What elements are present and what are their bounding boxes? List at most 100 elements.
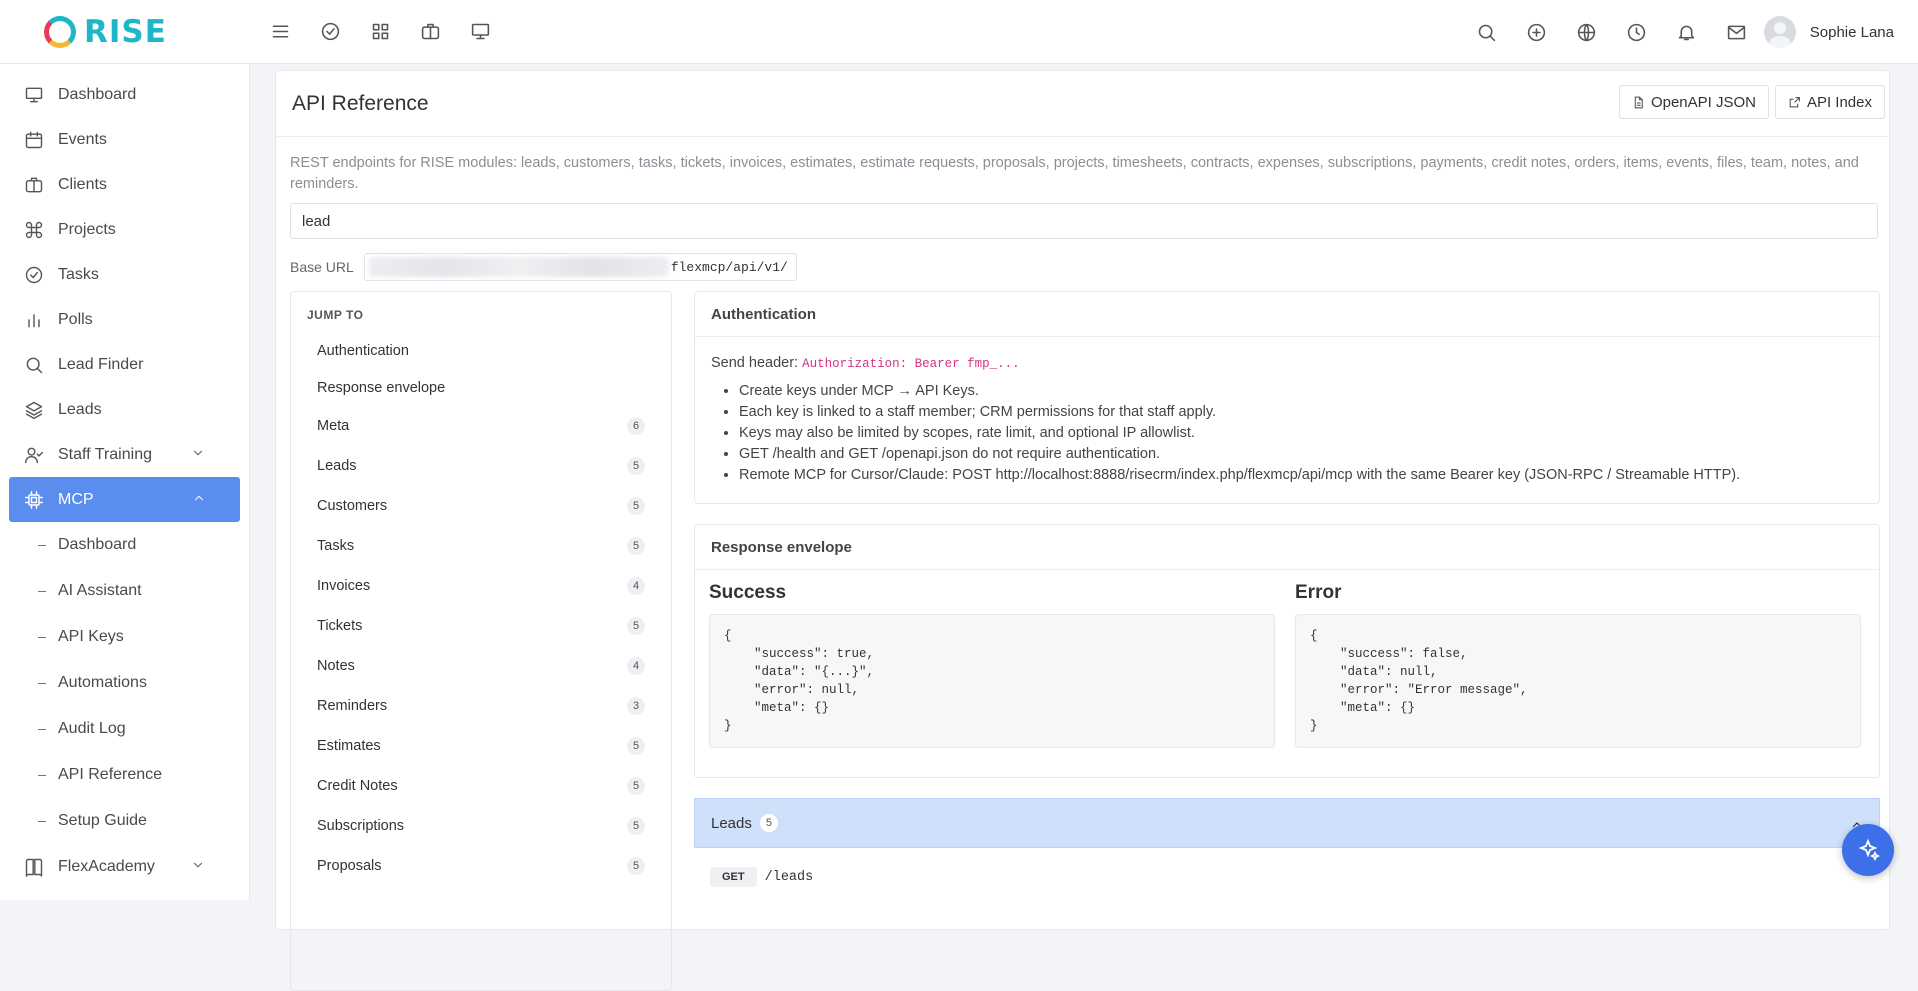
endpoint-row[interactable]: GET /leads [710,867,813,887]
endpoint-path: /leads [764,869,814,885]
command-icon [25,221,43,238]
file-icon [1634,96,1643,108]
count-badge: 4 [627,577,645,595]
auth-bullet: Create keys under MCP → API Keys. [739,381,1863,402]
openapi-json-label: OpenAPI JSON [1650,93,1756,111]
sidebar-sub-dashboard[interactable]: Dashboard [0,522,249,568]
menu-icon[interactable] [268,20,292,44]
count-badge: 5 [627,777,645,795]
sidebar-sub-setup-guide[interactable]: Setup Guide [0,798,249,844]
sidebar-sub-api-keys[interactable]: API Keys [0,614,249,660]
jump-item-tasks[interactable]: Tasks 5 [291,526,671,566]
jump-item-customers[interactable]: Customers 5 [291,486,671,526]
openapi-json-button[interactable]: OpenAPI JSON [1618,85,1769,119]
redacted-host [368,257,669,277]
globe-icon[interactable] [1574,20,1598,44]
jump-item-notes[interactable]: Notes 4 [291,646,671,686]
dash-marker [38,544,46,546]
jump-item-label: Tasks [317,538,355,554]
jump-item-credit-notes[interactable]: Credit Notes 5 [291,766,671,806]
sidebar-sub-audit-log[interactable]: Audit Log [0,706,249,752]
search-icon [26,357,43,373]
sidebar-item-projects[interactable]: Projects [0,207,249,252]
count-badge: 5 [627,857,645,875]
base-url-value[interactable]: flexmcp/api/v1/ [363,253,797,281]
dash-marker [38,728,46,730]
ai-assistant-fab[interactable] [1842,824,1894,876]
search-icon[interactable] [1474,20,1498,44]
dash-marker [38,682,46,684]
sidebar-item-dashboard[interactable]: Dashboard [0,72,249,117]
dash-marker [38,636,46,638]
sidebar-sub-ai-assistant[interactable]: AI Assistant [0,568,249,614]
jump-item-leads[interactable]: Leads 5 [291,446,671,486]
error-code-block: { "success": false, "data": null, "error… [1295,614,1861,748]
send-header-label: Send header: [711,355,799,371]
auth-header-code: Authorization: Bearer fmp_... [802,357,1020,371]
sidebar-item-mcp[interactable]: MCP [9,477,240,522]
sidebar-item-clients[interactable]: Clients [0,162,249,207]
grid-icon[interactable] [368,20,392,44]
jump-item-subscriptions[interactable]: Subscriptions 5 [291,806,671,846]
sidebar-item-label: Dashboard [58,85,137,103]
chevron-down-icon [194,450,202,456]
cpu-icon [24,490,44,509]
dash-marker [38,590,46,592]
bell-icon[interactable] [1674,20,1698,44]
jump-to-panel: JUMP TO Authentication Response envelope… [290,291,672,991]
sidebar-sub-label: Automations [58,674,147,691]
logo[interactable]: RISE [0,14,250,50]
sidebar-item-label: Staff Training [58,445,152,463]
api-reference-card: API Reference OpenAPI JSON API Index RES… [275,70,1890,991]
check-circle-icon[interactable] [318,20,342,44]
sidebar-sub-automations[interactable]: Automations [0,660,249,706]
jump-item-label: Tickets [317,618,363,634]
jump-item-label: Leads [317,458,357,474]
clock-icon[interactable] [1624,20,1648,44]
user-name: Sophie Lana [1809,23,1894,41]
endpoint-search-input[interactable] [290,203,1878,239]
base-url-suffix: flexmcp/api/v1/ [670,259,788,275]
sidebar-item-staff-training[interactable]: Staff Training [0,432,249,477]
plus-circle-icon[interactable] [1524,20,1548,44]
jump-item-estimates[interactable]: Estimates 5 [291,726,671,766]
sidebar-item-label: Projects [58,220,116,238]
monitor-icon[interactable] [468,20,492,44]
sidebar-item-leads[interactable]: Leads [0,387,249,432]
base-url-row: Base URL flexmcp/api/v1/ [290,253,797,281]
logo-text: RISE [84,13,167,50]
count-badge: 6 [627,417,645,435]
jump-item-label: Authentication [317,342,409,359]
briefcase-icon[interactable] [418,20,442,44]
logo-mark [44,15,76,48]
jump-item-meta[interactable]: Meta 6 [291,406,671,446]
jump-item-response-envelope[interactable]: Response envelope [291,369,671,406]
sidebar-sub-api-reference[interactable]: API Reference [0,752,249,798]
sidebar-item-polls[interactable]: Polls [0,297,249,342]
sidebar-item-label: FlexAcademy [58,857,155,875]
leads-section-title: Leads [711,814,752,832]
sidebar-sub-label: Setup Guide [58,812,147,829]
sidebar-item-lead-finder[interactable]: Lead Finder [0,342,249,387]
jump-item-invoices[interactable]: Invoices 4 [291,566,671,606]
chevron-down-icon [194,862,202,868]
jump-item-tickets[interactable]: Tickets 5 [291,606,671,646]
sidebar-item-events[interactable]: Events [0,117,249,162]
sidebar-item-label: Events [58,130,107,148]
chevron-up-icon [195,495,203,501]
count-badge: 5 [627,817,645,835]
user-menu[interactable]: Sophie Lana [1763,16,1894,48]
response-envelope-title: Response envelope [695,525,1879,570]
success-code-block: { "success": true, "data": "{...}", "err… [709,614,1275,748]
jump-item-label: Notes [317,658,355,674]
sidebar-item-flexacademy[interactable]: FlexAcademy [0,844,249,889]
mail-icon[interactable] [1724,20,1748,44]
sidebar-item-tasks[interactable]: Tasks [0,252,249,297]
jump-item-reminders[interactable]: Reminders 3 [291,686,671,726]
api-index-button[interactable]: API Index [1774,85,1885,119]
jump-item-authentication[interactable]: Authentication [291,332,671,369]
auth-bullet: Each key is linked to a staff member; CR… [739,402,1863,423]
jump-item-proposals[interactable]: Proposals 5 [291,846,671,886]
leads-section-header[interactable]: Leads 5 [694,798,1880,848]
sidebar-sub-label: API Reference [58,766,163,783]
